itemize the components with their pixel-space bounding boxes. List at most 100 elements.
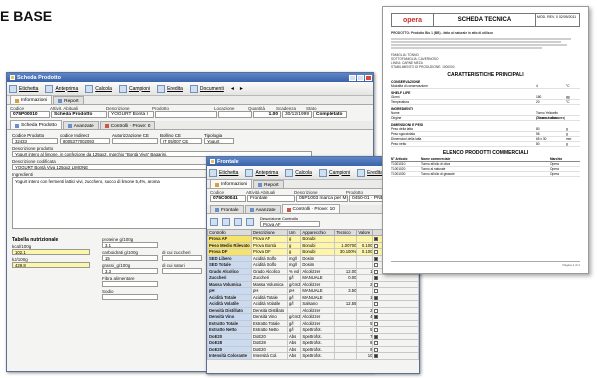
tab-controlli[interactable]: Controlli · Prove: 0 <box>99 121 156 129</box>
preview-button[interactable]: Anteprima <box>245 168 278 177</box>
product-code-input[interactable]: 32433 <box>12 138 58 144</box>
report-icon <box>58 99 63 103</box>
row-checkbox[interactable] <box>374 347 379 352</box>
characteristic-row: Origine Oceano Indiano <box>391 116 580 121</box>
activity-field[interactable]: Scheda Prodotto <box>51 111 107 118</box>
grid-cell[interactable]: g/cm3 <box>286 313 302 321</box>
tab-informazioni[interactable]: Informazioni <box>10 95 53 104</box>
row-checkbox[interactable] <box>374 269 379 274</box>
app-icon <box>210 159 215 164</box>
row-checkbox[interactable] <box>374 302 379 307</box>
samples-button[interactable]: Campioni <box>318 168 350 177</box>
row-checkbox[interactable] <box>374 341 379 346</box>
row-checkbox[interactable] <box>374 289 379 294</box>
row-checkbox[interactable] <box>374 295 379 300</box>
nutrition-energy-column: Tabella nutrizionale kcal/100g 102.1 kJ/… <box>12 237 102 300</box>
preview-button[interactable]: Anteprima <box>45 84 78 93</box>
grid-cell[interactable]: Peso Medio Rilevato <box>207 241 252 249</box>
activity-field[interactable]: Frontale <box>247 195 295 202</box>
kcal-input[interactable]: 102.1 <box>12 249 90 255</box>
page-heading: E BASE <box>0 8 53 24</box>
location-field[interactable] <box>218 111 252 118</box>
grid-cell[interactable]: g/cm3 <box>286 280 302 288</box>
inherit-button[interactable]: Eredita <box>157 84 183 93</box>
fat-input[interactable]: 3.3 <box>102 268 158 274</box>
calculate-button[interactable]: Calcola <box>85 84 112 93</box>
row-checkbox[interactable] <box>374 282 379 287</box>
code-field[interactable]: 075P00010 <box>10 111 50 118</box>
grid-cell[interactable]: 10 <box>356 352 374 360</box>
label-button[interactable]: Etichetta <box>9 84 38 93</box>
control-filter-select[interactable]: Prova AF <box>260 221 320 227</box>
row-checkbox[interactable] <box>374 256 379 261</box>
sheet-icon <box>15 123 19 128</box>
tab-avanzate[interactable]: Avanzate <box>244 205 281 213</box>
grid-cell[interactable]: Abs <box>286 352 302 360</box>
row-checkbox[interactable] <box>374 237 379 242</box>
grid-cell[interactable] <box>334 352 358 360</box>
tab-informazioni[interactable]: Informazioni <box>210 179 253 188</box>
main-tabs: Informazioni Report <box>7 95 373 105</box>
quantity-field[interactable]: 1.00 <box>253 111 281 118</box>
description-field[interactable]: YOGURT Bontà I <box>108 111 154 118</box>
info-icon <box>215 182 219 187</box>
preview-icon <box>245 168 254 177</box>
calculate-button[interactable]: Calcola <box>285 168 312 177</box>
documents-button[interactable]: Documenti <box>189 84 224 93</box>
code-field[interactable]: 075C00041 <box>210 195 246 202</box>
grid-cell[interactable]: Intensità Colorante <box>207 352 252 360</box>
expiry-field[interactable]: 30/12/1999 <box>282 111 312 118</box>
grid-cell[interactable]: Intensità Col. <box>251 352 288 360</box>
inherit-icon <box>157 84 166 93</box>
inherit-button[interactable]: Eredita <box>357 168 383 177</box>
tab-frontale[interactable]: Frontale <box>210 205 244 213</box>
row-checkbox[interactable] <box>374 308 379 313</box>
delete-row-icon <box>222 217 230 226</box>
document-header: opera SCHEDA TECNICA MOD. REV. 0 02/09/2… <box>391 13 580 27</box>
row-checkbox[interactable] <box>374 354 379 359</box>
row-checkbox[interactable] <box>374 243 379 248</box>
next-arrow-icon[interactable]: ▸ <box>240 85 243 92</box>
product-field[interactable] <box>155 111 217 118</box>
tab-scheda-prodotto[interactable]: Scheda Prodotto <box>10 120 62 129</box>
fiber-input[interactable] <box>102 281 158 287</box>
row-checkbox[interactable] <box>374 263 379 268</box>
info-icon <box>15 98 19 103</box>
maximize-button[interactable] <box>357 74 364 81</box>
row-checkbox[interactable] <box>374 315 379 320</box>
row-checkbox[interactable] <box>374 334 379 339</box>
prev-arrow-icon[interactable]: ◂ <box>231 85 234 92</box>
tab-report[interactable]: Report <box>53 96 84 104</box>
tab-avanzate[interactable]: Avanzate <box>62 121 99 129</box>
window-titlebar[interactable]: Scheda Prodotto <box>7 73 373 82</box>
description-field[interactable]: 05P1003 marca per M <box>296 195 348 202</box>
table-row[interactable]: Intensità Colorante Intensità Col. Abs Spet… <box>207 352 419 360</box>
kj-input[interactable]: 429.8 <box>12 262 90 268</box>
minimize-button[interactable] <box>349 74 356 81</box>
preview-icon <box>45 84 54 93</box>
page-number: Pagina 1 di 1 <box>391 261 580 267</box>
ce-stamp-input[interactable]: IT 05/007 CE <box>160 138 202 144</box>
grid-cell[interactable]: Densità Distillato <box>251 306 288 314</box>
type-input[interactable]: Yogurt <box>204 138 234 144</box>
tab-controlli[interactable]: Controlli · Prove: 10 <box>281 204 340 213</box>
advanced-icon <box>67 124 72 128</box>
grid-cell[interactable]: Massa Volumica <box>251 280 288 288</box>
row-checkbox[interactable] <box>374 276 379 281</box>
saturated-fat-input[interactable] <box>162 268 202 274</box>
row-checkbox[interactable] <box>374 250 379 255</box>
grid-cell[interactable]: Spettrofot. <box>300 352 336 360</box>
label-button[interactable]: Etichetta <box>209 168 238 177</box>
indirect-code-input[interactable]: 8005377002093 <box>60 138 110 144</box>
close-button[interactable] <box>365 74 372 81</box>
tab-report[interactable]: Report <box>253 180 284 188</box>
label-icon <box>9 84 17 93</box>
grid-cell[interactable]: % vol <box>286 267 302 275</box>
sodium-input[interactable] <box>102 294 158 300</box>
row-checkbox[interactable] <box>374 321 379 326</box>
ce-authorization-input[interactable] <box>112 138 158 144</box>
row-checkbox[interactable] <box>374 328 379 333</box>
status-field[interactable]: Completato <box>313 111 347 118</box>
detail-values: 32433 8005377002093 IT 05/007 CE Yogurt <box>12 138 368 144</box>
samples-button[interactable]: Campioni <box>118 84 150 93</box>
